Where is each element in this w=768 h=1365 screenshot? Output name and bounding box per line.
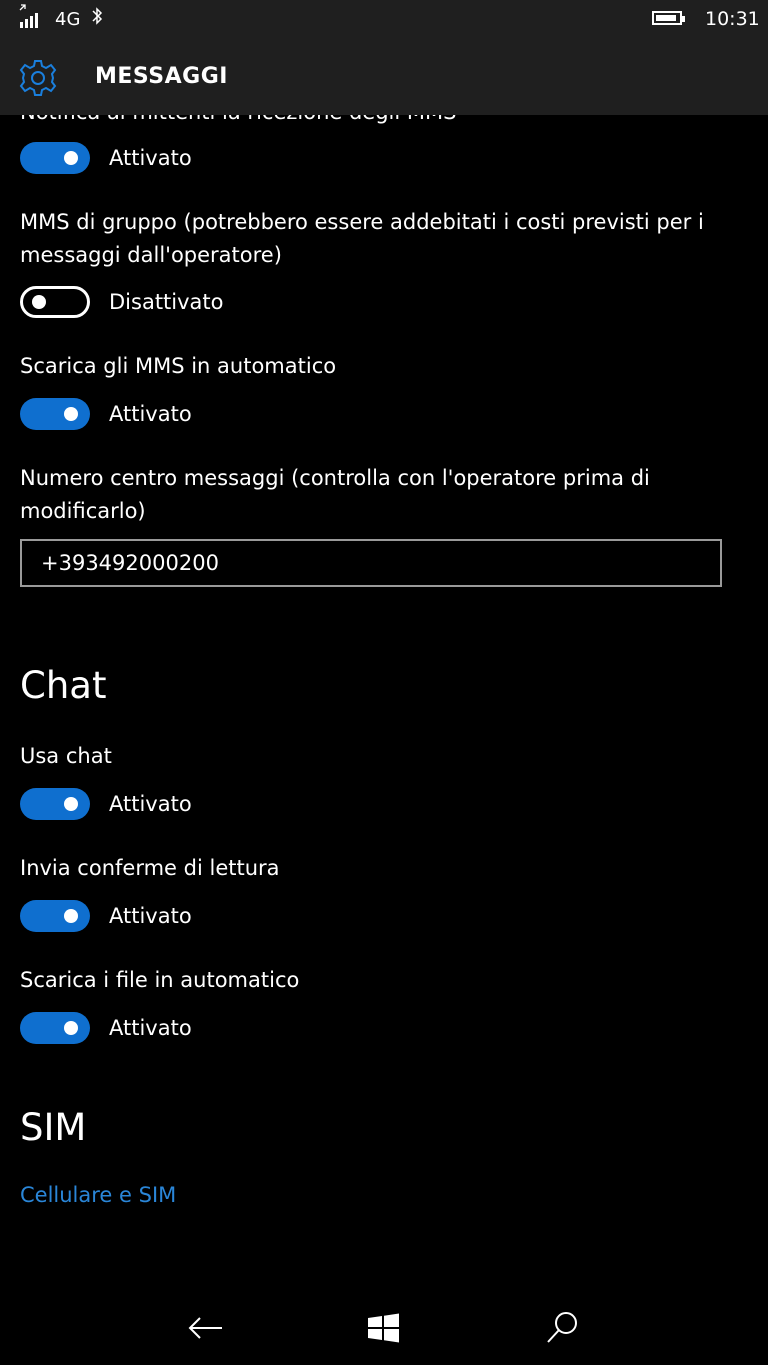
use-chat-label: Usa chat	[20, 744, 112, 768]
toggle-knob	[64, 1021, 78, 1035]
smsc-label: Numero centro messaggi (controlla con l'…	[20, 466, 650, 523]
toggle-knob	[32, 295, 46, 309]
signal-strength-icon	[19, 4, 44, 28]
toggle-knob	[64, 909, 78, 923]
battery-fill	[656, 15, 676, 21]
group-mms-label: MMS di gruppo (potrebbero essere addebit…	[20, 210, 704, 267]
navigation-bar	[0, 1290, 768, 1365]
chat-section-title: Chat	[20, 664, 107, 707]
mms-receipt-toggle[interactable]	[20, 142, 90, 174]
use-chat-state: Attivato	[109, 792, 192, 816]
read-receipts-toggle[interactable]	[20, 900, 90, 932]
read-receipts-label: Invia conferme di lettura	[20, 856, 280, 880]
auto-files-toggle[interactable]	[20, 1012, 90, 1044]
search-icon[interactable]	[543, 1308, 583, 1348]
group-mms-state: Disattivato	[109, 290, 224, 314]
screen: Notifica ai mittenti la ricezione degli …	[0, 0, 768, 1365]
clock: 10:31	[705, 8, 760, 30]
auto-mms-toggle[interactable]	[20, 398, 90, 430]
use-chat-toggle[interactable]	[20, 788, 90, 820]
battery-icon	[652, 11, 685, 25]
network-type: 4G	[55, 9, 81, 30]
back-arrow-icon[interactable]	[186, 1308, 226, 1348]
status-bar: 4G 10:31	[0, 0, 768, 40]
auto-files-label: Scarica i file in automatico	[20, 968, 300, 992]
app-header: MESSAGGI	[0, 40, 768, 115]
toggle-knob	[64, 797, 78, 811]
auto-mms-label: Scarica gli MMS in automatico	[20, 354, 337, 378]
smsc-input[interactable]: +393492000200	[20, 539, 722, 587]
group-mms-toggle[interactable]	[20, 286, 90, 318]
toggle-knob	[64, 151, 78, 165]
settings-content[interactable]: Notifica ai mittenti la ricezione degli …	[0, 0, 768, 1270]
toggle-knob	[64, 407, 78, 421]
auto-mms-state: Attivato	[109, 402, 192, 426]
gear-icon	[18, 58, 58, 98]
sim-section-title: SIM	[20, 1106, 87, 1149]
bluetooth-icon	[91, 6, 103, 31]
read-receipts-state: Attivato	[109, 904, 192, 928]
page-title: MESSAGGI	[95, 64, 228, 89]
mms-receipt-state: Attivato	[109, 146, 192, 170]
windows-logo-icon[interactable]	[364, 1308, 404, 1348]
cellular-sim-link[interactable]: Cellulare e SIM	[20, 1183, 176, 1207]
auto-files-state: Attivato	[109, 1016, 192, 1040]
